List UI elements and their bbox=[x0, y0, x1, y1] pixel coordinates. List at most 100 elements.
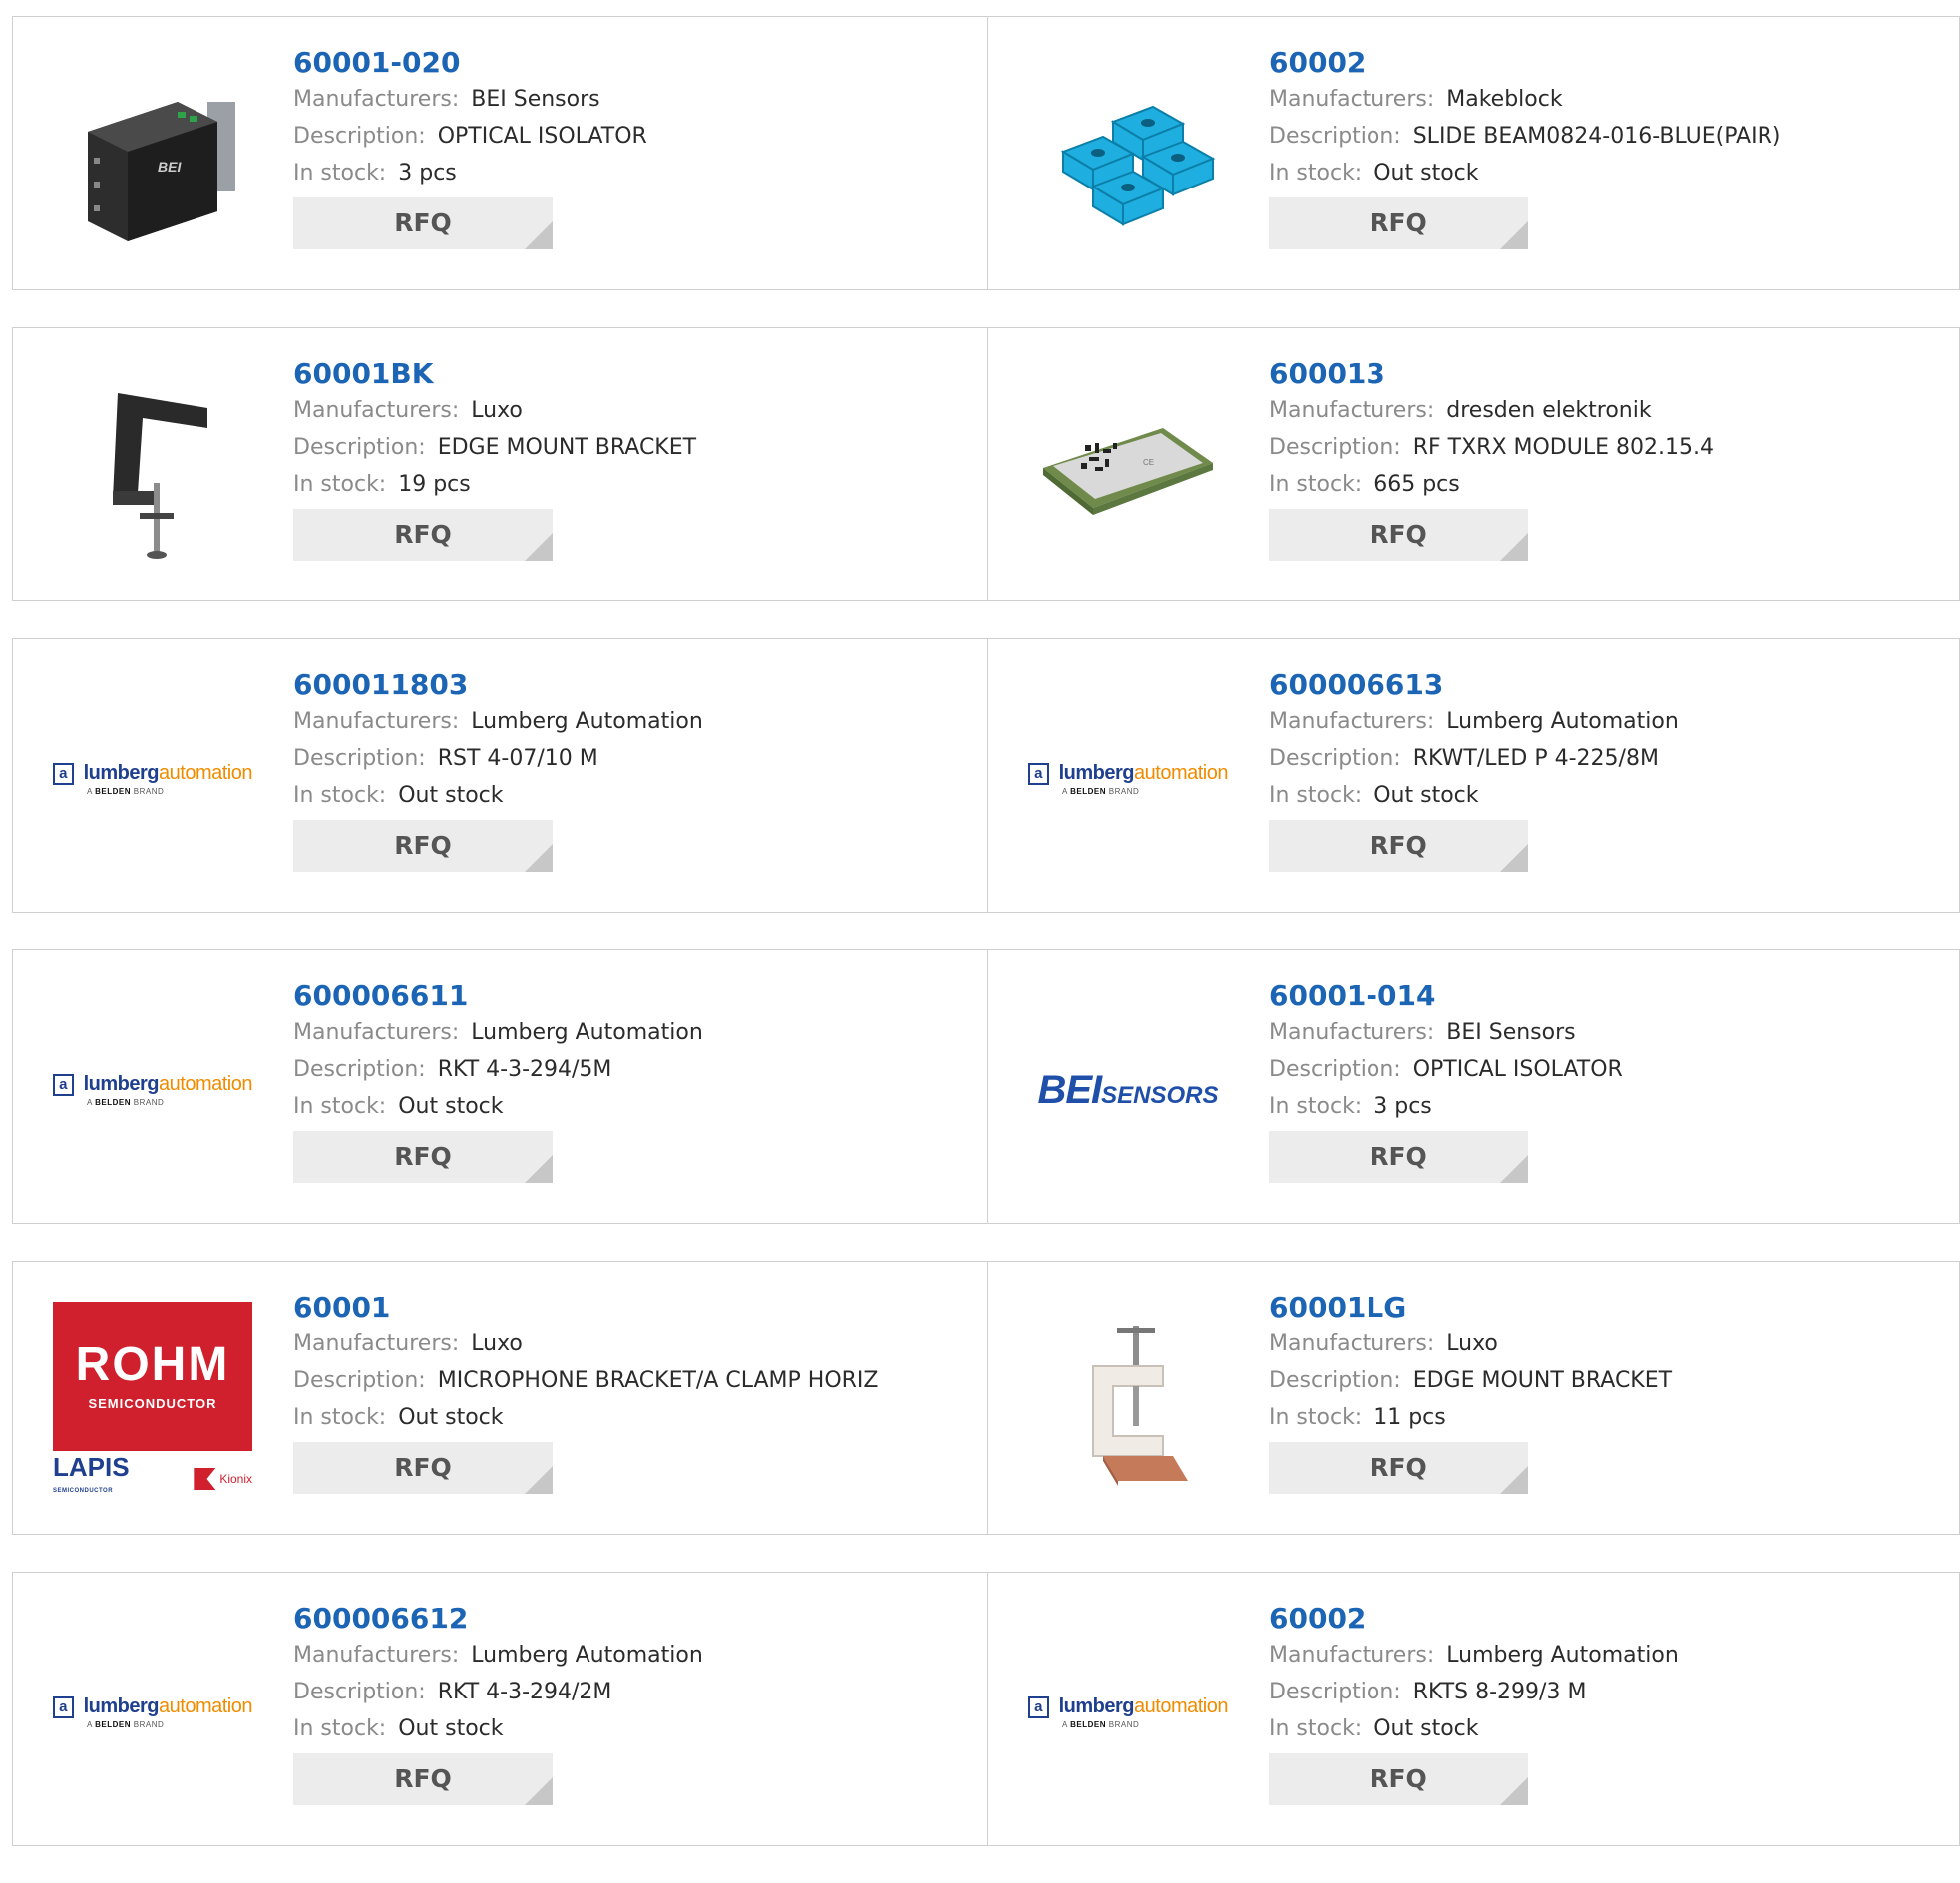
product-image[interactable]: a lumberg automation A BELDEN BRAND bbox=[53, 1613, 252, 1812]
logo-text: A bbox=[87, 787, 96, 796]
description-label: Description: bbox=[1269, 746, 1401, 771]
part-number-link[interactable]: 60001 bbox=[293, 1290, 390, 1325]
product-image[interactable] bbox=[1028, 1302, 1228, 1501]
stock-line: In stock: Out stock bbox=[293, 1088, 968, 1125]
stock-value: Out stock bbox=[1373, 1716, 1479, 1741]
logo-text: lumberg bbox=[1058, 1695, 1135, 1717]
stock-line: In stock: 3 pcs bbox=[293, 155, 968, 191]
part-number-link[interactable]: 60001BK bbox=[293, 356, 433, 392]
part-number-link[interactable]: 60001-020 bbox=[293, 45, 460, 81]
description-line: Description: RST 4-07/10 M bbox=[293, 740, 968, 777]
logo-text: SEMICONDUCTOR bbox=[53, 1488, 114, 1494]
product-info: 60001LG Manufacturers: Luxo Description: E… bbox=[1269, 1290, 1939, 1494]
part-number-link[interactable]: 60001-014 bbox=[1269, 978, 1435, 1014]
part-number-link[interactable]: 60001LG bbox=[1269, 1290, 1406, 1325]
logo-text: A bbox=[1062, 1720, 1071, 1729]
logo-text: LAPIS bbox=[53, 1452, 130, 1482]
stock-value: Out stock bbox=[398, 1094, 504, 1119]
product-image[interactable]: BEISENSORS bbox=[1028, 990, 1228, 1190]
corner-triangle-icon bbox=[1500, 1155, 1528, 1183]
logo-text: automation bbox=[159, 762, 252, 784]
product-image[interactable]: a lumberg automation A BELDEN BRAND bbox=[53, 990, 252, 1190]
rfq-label: RFQ bbox=[1370, 208, 1427, 237]
stock-line: In stock: 11 pcs bbox=[1269, 1399, 1939, 1436]
part-number-link[interactable]: 600006613 bbox=[1269, 667, 1443, 703]
corner-triangle-icon bbox=[1500, 221, 1528, 249]
product-info: 600013 Manufacturers: dresden elektronik … bbox=[1269, 356, 1939, 561]
product-row: BEI 60001-020 Manufacturers: BEI Sensors … bbox=[12, 16, 1960, 290]
product-image[interactable]: ROHM SEMICONDUCTOR LAPIS SEMICONDUCTOR Ki… bbox=[53, 1302, 252, 1501]
description-value: SLIDE BEAM0824-016-BLUE(PAIR) bbox=[1412, 124, 1781, 149]
description-line: Description: RKTS 8-299/3 M bbox=[1269, 1674, 1939, 1710]
rfq-button[interactable]: RFQ bbox=[293, 1442, 553, 1494]
lapis-logo: LAPIS SEMICONDUCTOR bbox=[53, 1452, 130, 1501]
corner-triangle-icon bbox=[1500, 1777, 1528, 1805]
part-number-link[interactable]: 600011803 bbox=[293, 667, 468, 703]
rfq-button[interactable]: RFQ bbox=[1269, 820, 1528, 872]
manufacturer-line: Manufacturers: Lumberg Automation bbox=[293, 703, 968, 740]
lumberg-a-icon: a bbox=[1028, 762, 1049, 785]
stock-line: In stock: 19 pcs bbox=[293, 466, 968, 503]
rfq-button[interactable]: RFQ bbox=[293, 1131, 553, 1183]
corner-triangle-icon bbox=[525, 1777, 553, 1805]
manufacturer-value: Lumberg Automation bbox=[471, 1643, 703, 1668]
manufacturer-value: Luxo bbox=[471, 398, 523, 423]
part-number-link[interactable]: 600006612 bbox=[293, 1601, 468, 1637]
description-label: Description: bbox=[1269, 435, 1401, 460]
product-row: ROHM SEMICONDUCTOR LAPIS SEMICONDUCTOR Ki… bbox=[12, 1261, 1960, 1535]
description-line: Description: RF TXRX MODULE 802.15.4 bbox=[1269, 429, 1939, 466]
product-info: 60002 Manufacturers: Lumberg Automation D… bbox=[1269, 1601, 1939, 1805]
part-number-link[interactable]: 60002 bbox=[1269, 1601, 1366, 1637]
manufacturer-line: Manufacturers: Lumberg Automation bbox=[293, 1637, 968, 1674]
description-line: Description: EDGE MOUNT BRACKET bbox=[1269, 1362, 1939, 1399]
product-row: a lumberg automation A BELDEN BRAND 600006… bbox=[12, 949, 1960, 1224]
stock-value: Out stock bbox=[1373, 783, 1479, 808]
product-image[interactable] bbox=[1028, 57, 1228, 256]
rfq-button[interactable]: RFQ bbox=[293, 197, 553, 249]
rfq-button[interactable]: RFQ bbox=[1269, 1131, 1528, 1183]
stock-value: Out stock bbox=[398, 1716, 504, 1741]
product-image[interactable]: BEI bbox=[53, 57, 252, 256]
manufacturer-value: BEI Sensors bbox=[1446, 1020, 1576, 1045]
product-image[interactable] bbox=[53, 368, 252, 567]
rfq-button[interactable]: RFQ bbox=[293, 820, 553, 872]
manufacturers-label: Manufacturers: bbox=[293, 709, 460, 734]
rfq-button[interactable]: RFQ bbox=[1269, 509, 1528, 561]
stock-value: 665 pcs bbox=[1373, 472, 1460, 497]
logo-text: A bbox=[87, 1098, 96, 1107]
description-value: OPTICAL ISOLATOR bbox=[437, 124, 647, 149]
manufacturer-line: Manufacturers: BEI Sensors bbox=[293, 81, 968, 118]
manufacturers-label: Manufacturers: bbox=[1269, 1643, 1435, 1668]
rfq-button[interactable]: RFQ bbox=[293, 1753, 553, 1805]
manufacturers-label: Manufacturers: bbox=[293, 398, 460, 423]
stock-value: 3 pcs bbox=[1373, 1094, 1432, 1119]
rfq-button[interactable]: RFQ bbox=[293, 509, 553, 561]
rfq-button[interactable]: RFQ bbox=[1269, 1442, 1528, 1494]
logo-text: Kionix bbox=[219, 1472, 252, 1486]
description-value: RKWT/LED P 4-225/8M bbox=[1412, 746, 1659, 771]
product-image[interactable]: a lumberg automation A BELDEN BRAND bbox=[1028, 679, 1228, 879]
description-value: RKTS 8-299/3 M bbox=[1412, 1680, 1587, 1704]
part-number-link[interactable]: 600006611 bbox=[293, 978, 468, 1014]
product-row: a lumberg automation A BELDEN BRAND 600011… bbox=[12, 638, 1960, 913]
product-image[interactable]: a lumberg automation A BELDEN BRAND bbox=[1028, 1613, 1228, 1812]
manufacturer-value: Luxo bbox=[471, 1331, 523, 1356]
logo-text: SEMICONDUCTOR bbox=[88, 1396, 217, 1411]
rfq-button[interactable]: RFQ bbox=[1269, 197, 1528, 249]
logo-text: lumberg bbox=[1058, 762, 1135, 784]
kionix-k-icon bbox=[194, 1468, 216, 1490]
lumberg-automation-logo: a lumberg automation A BELDEN BRAND bbox=[1028, 762, 1228, 796]
description-value: RF TXRX MODULE 802.15.4 bbox=[1412, 435, 1714, 460]
manufacturers-label: Manufacturers: bbox=[1269, 1020, 1435, 1045]
manufacturer-line: Manufacturers: Luxo bbox=[293, 1325, 968, 1362]
description-line: Description: RKWT/LED P 4-225/8M bbox=[1269, 740, 1939, 777]
description-value: OPTICAL ISOLATOR bbox=[1412, 1057, 1623, 1082]
rfq-button[interactable]: RFQ bbox=[1269, 1753, 1528, 1805]
manufacturers-label: Manufacturers: bbox=[293, 1331, 460, 1356]
part-number-link[interactable]: 60002 bbox=[1269, 45, 1366, 81]
stock-value: 11 pcs bbox=[1373, 1405, 1446, 1430]
product-image[interactable]: a lumberg automation A BELDEN BRAND bbox=[53, 679, 252, 879]
product-image[interactable]: CE bbox=[1028, 368, 1228, 567]
product-card: 60002 Manufacturers: Makeblock Descriptio… bbox=[988, 16, 1960, 290]
part-number-link[interactable]: 600013 bbox=[1269, 356, 1385, 392]
